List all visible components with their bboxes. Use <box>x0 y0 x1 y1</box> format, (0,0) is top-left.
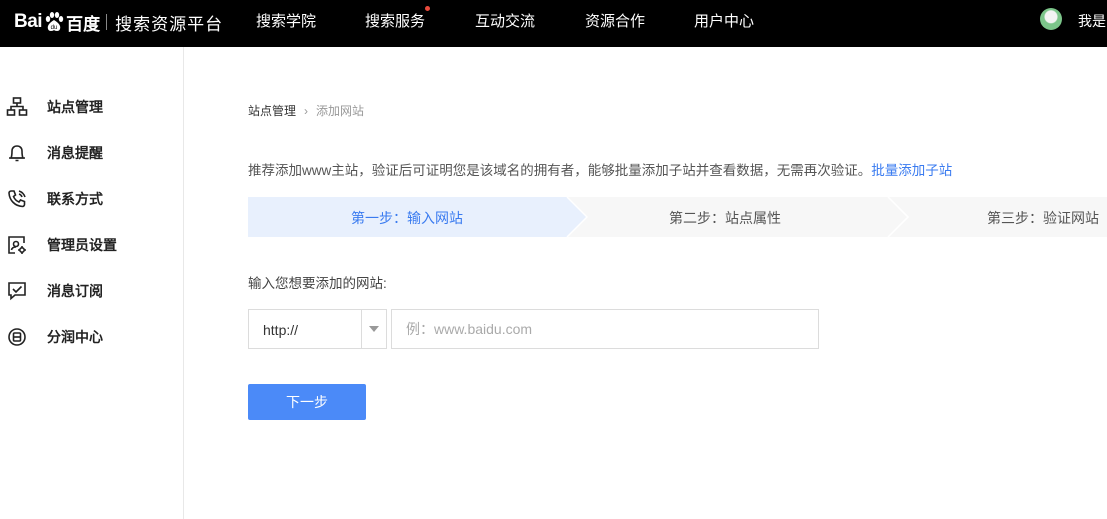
sidebar-item-contact[interactable]: 联系方式 <box>0 184 183 214</box>
breadcrumb-current: 添加网站 <box>316 104 365 118</box>
sitemap-icon <box>6 97 28 116</box>
nav-search-services[interactable]: 搜索服务 <box>365 0 431 47</box>
step-progress: 第一步：输入网站 第二步：站点属性 第三步：验证网站 <box>248 197 1107 237</box>
sidebar-item-notifications[interactable]: 消息提醒 <box>0 138 183 168</box>
website-field-label: 输入您想要添加的网站: <box>248 276 387 291</box>
protocol-select[interactable]: http:// <box>248 309 387 349</box>
sidebar-item-label: 消息提醒 <box>47 145 103 161</box>
sidebar-item-message-subscription[interactable]: 消息订阅 <box>0 276 183 306</box>
sidebar-item-label: 管理员设置 <box>47 237 117 253</box>
breadcrumb-separator: › <box>304 103 309 118</box>
intro-description: 推荐添加www主站，验证后可证明您是该域名的拥有者，能够批量添加子站并查看数据，… <box>248 163 872 178</box>
nav-search-academy[interactable]: 搜索学院 <box>256 0 316 47</box>
notification-dot <box>425 6 431 11</box>
bell-icon <box>9 145 25 162</box>
revenue-share-icon <box>8 328 26 346</box>
sidebar-item-site-management[interactable]: 站点管理 <box>0 92 183 122</box>
sidebar-item-admin-settings[interactable]: 管理员设置 <box>0 230 183 260</box>
nav-interaction[interactable]: 互动交流 <box>475 0 535 47</box>
svg-text:du: du <box>51 25 58 31</box>
website-url-input[interactable] <box>391 309 819 349</box>
step-1-label: 第一步：输入网站 <box>351 210 463 226</box>
protocol-value: http:// <box>263 322 299 338</box>
protocol-divider <box>361 310 362 348</box>
chevron-down-icon[interactable] <box>369 326 379 332</box>
logo-bai-text: Bai <box>14 11 43 32</box>
avatar[interactable] <box>1040 8 1062 30</box>
phone-icon <box>8 190 26 208</box>
breadcrumb: 站点管理 › 添加网站 <box>248 102 364 119</box>
intro-text: 推荐添加www主站，验证后可证明您是该域名的拥有者，能够批量添加子站并查看数据，… <box>248 159 952 179</box>
subscribe-message-icon <box>8 282 26 301</box>
admin-settings-icon <box>8 236 26 254</box>
logo-du-text: 百度 <box>66 14 101 34</box>
nav-resource-cooperation[interactable]: 资源合作 <box>585 0 645 47</box>
sidebar-item-revenue-share[interactable]: 分润中心 <box>0 322 183 352</box>
nav-user-center[interactable]: 用户中心 <box>694 0 754 47</box>
step-2-label: 第二步：站点属性 <box>669 210 781 226</box>
sidebar-item-label: 分润中心 <box>47 329 103 345</box>
nav-search-services-label: 搜索服务 <box>365 13 426 30</box>
baidu-logo[interactable]: Bai du 百度 搜索资源平台 <box>14 8 223 36</box>
paw-icon: du <box>45 12 64 31</box>
sidebar-item-label: 联系方式 <box>47 191 103 207</box>
sidebar-item-label: 消息订阅 <box>47 283 103 299</box>
breadcrumb-parent[interactable]: 站点管理 <box>248 102 296 119</box>
batch-add-subsites-link[interactable]: 批量添加子站 <box>871 163 952 178</box>
top-navigation-bar: Bai du 百度 搜索资源平台 搜索学院 搜索服务 互动交流 资源合作 用户中… <box>0 0 1107 47</box>
platform-title: 搜索资源平台 <box>115 14 224 34</box>
sidebar: 站点管理 消息提醒 联系方式 管理员设置 消息订阅 分润中心 <box>0 47 184 519</box>
next-step-button[interactable]: 下一步 <box>248 384 366 420</box>
step-3-label: 第三步：验证网站 <box>987 210 1099 226</box>
logo-divider <box>106 14 108 30</box>
user-name[interactable]: 我是 <box>1078 11 1106 31</box>
sidebar-item-label: 站点管理 <box>47 99 103 115</box>
